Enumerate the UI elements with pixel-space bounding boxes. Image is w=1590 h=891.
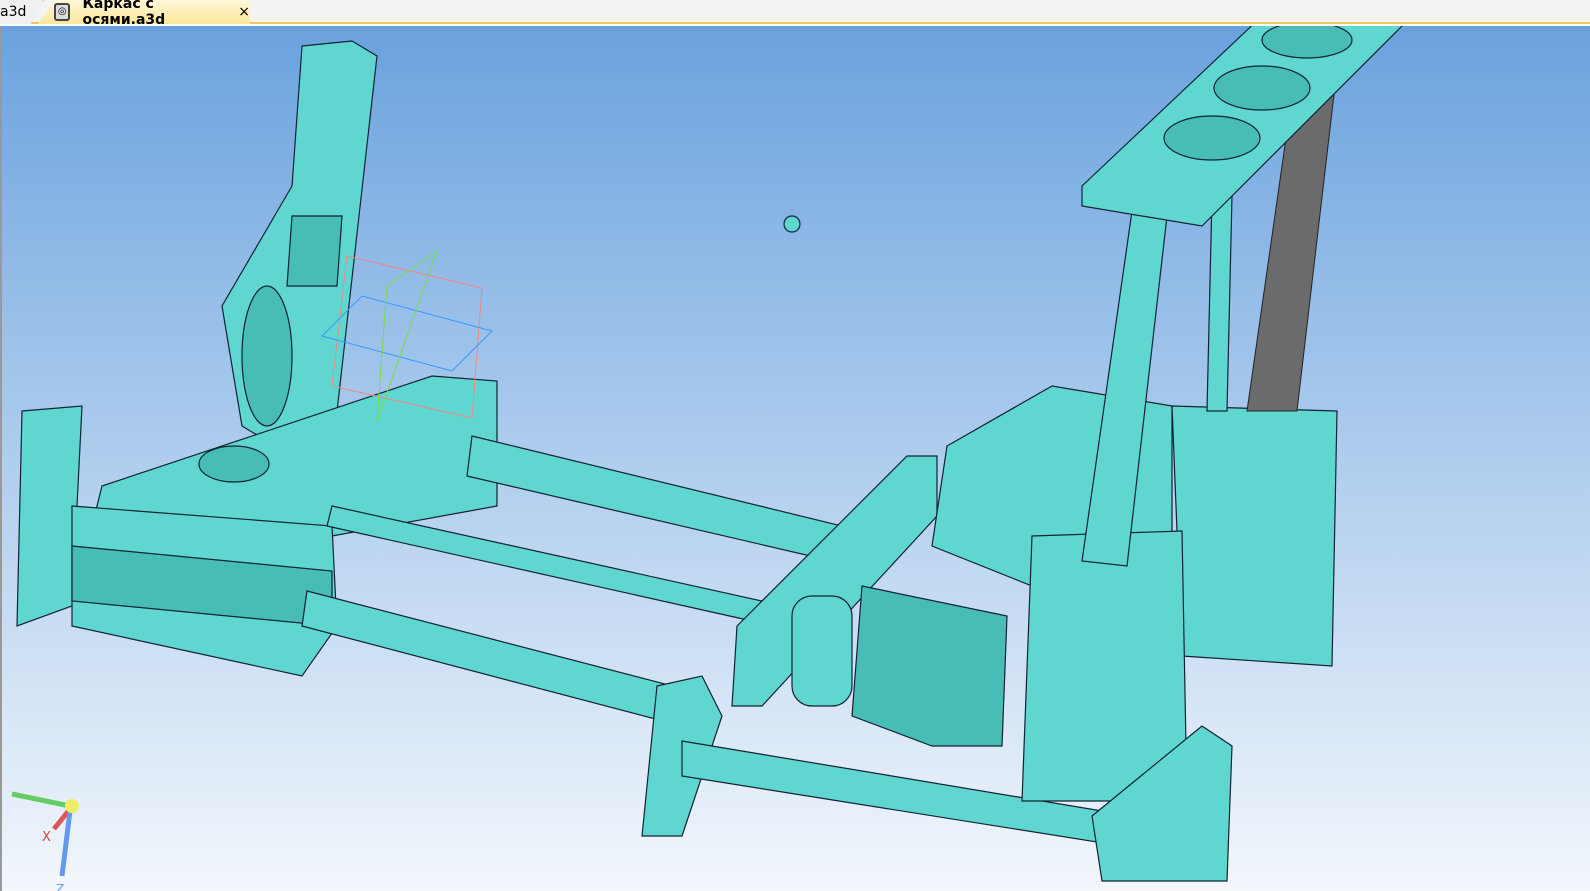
y-axis-arrow [11, 791, 71, 809]
close-tab-button[interactable]: × [238, 4, 250, 20]
assembly-document-icon: ◎ [54, 3, 71, 21]
x-axis-label: X [42, 830, 51, 845]
z-axis-label: Z [56, 882, 64, 891]
tab-label: Каркас с осями.a3d [82, 0, 166, 28]
tab-label: a3d [0, 4, 27, 20]
tab-previous-document[interactable]: a3d [0, 0, 44, 24]
document-tab-bar: a3d ◎ Каркас с осями.a3d × [0, 0, 1590, 24]
orientation-triad: X Z [11, 791, 79, 891]
right-carriage [641, 385, 1338, 882]
left-carriage [16, 40, 498, 677]
3d-viewport[interactable]: X Z [0, 26, 1590, 891]
3d-model [16, 26, 1403, 882]
tab-active-document[interactable]: ◎ Каркас с осями.a3d × [38, 0, 250, 24]
triad-origin [65, 799, 79, 813]
